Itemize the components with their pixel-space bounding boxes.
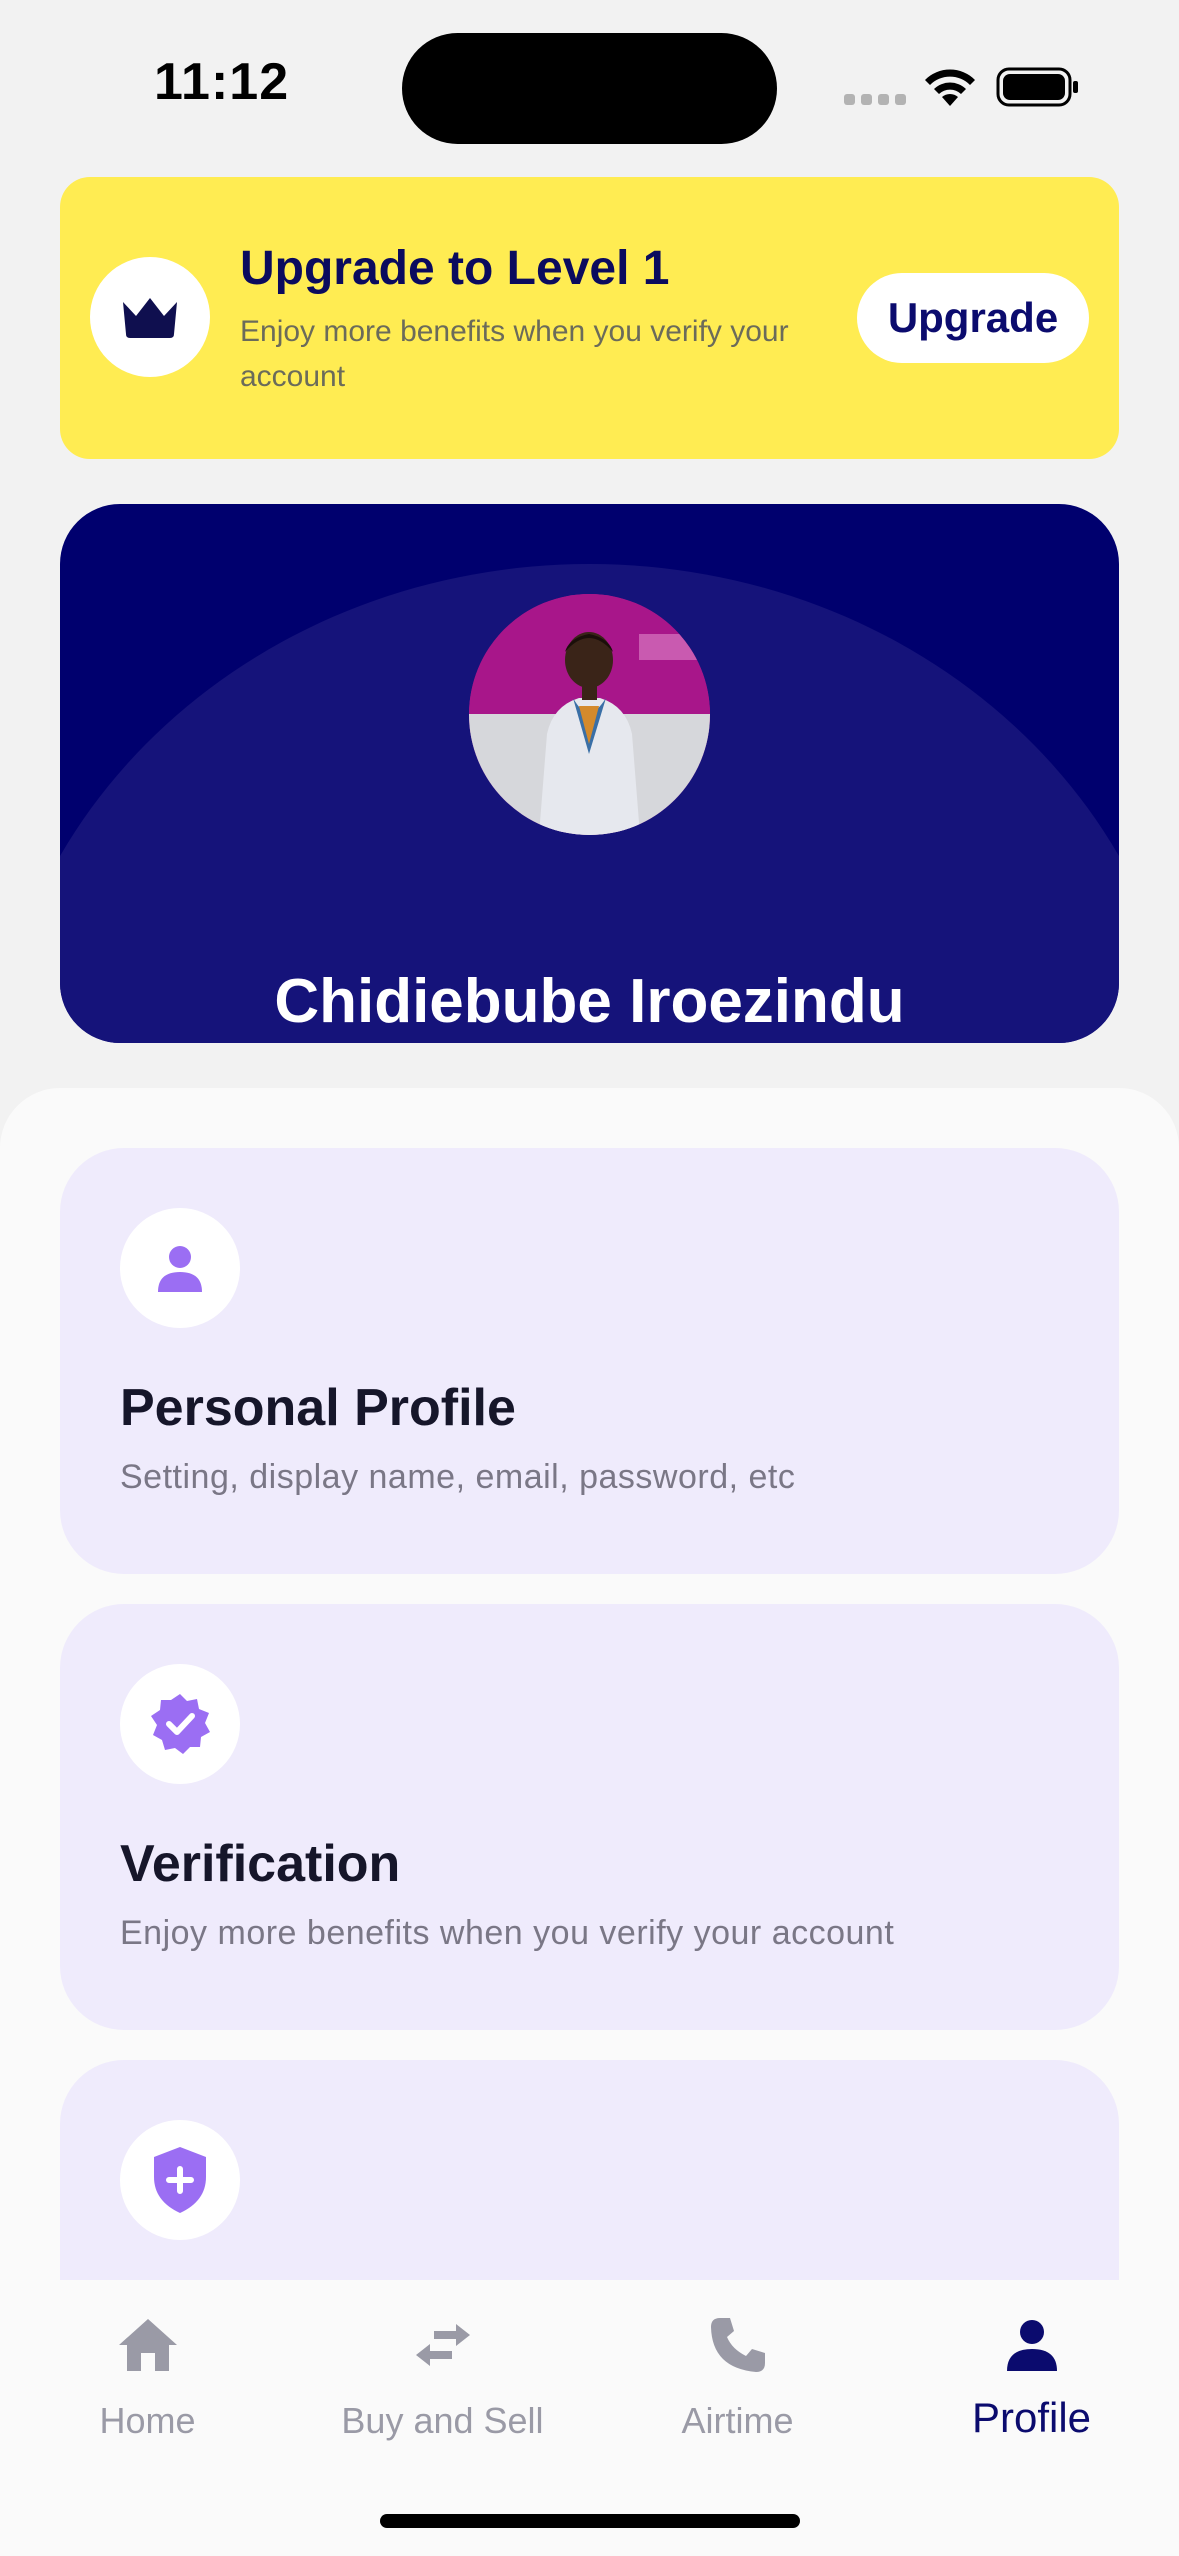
tab-label: Home <box>99 2400 196 2441</box>
menu-description: Setting, display name, email, password, … <box>120 1458 796 1496</box>
swap-arrows-icon <box>415 2324 470 2366</box>
home-indicator[interactable] <box>380 2514 800 2528</box>
shield-plus-icon <box>154 2147 206 2213</box>
verified-badge-icon <box>151 1694 210 1754</box>
tab-label: Profile <box>971 2394 1092 2441</box>
tab-airtime[interactable]: Airtime <box>590 2310 885 2450</box>
status-bar: 11:12 <box>0 0 1179 170</box>
avatar[interactable] <box>469 594 710 835</box>
status-time: 11:12 <box>154 53 290 111</box>
person-icon <box>158 1246 202 1292</box>
home-icon <box>118 2319 177 2371</box>
profile-name: Chidiebube Iroezindu <box>274 967 905 1036</box>
menu-icon-circle <box>120 1664 240 1784</box>
menu-card-personal-profile[interactable]: Personal Profile Setting, display name, … <box>60 1148 1119 1574</box>
menu-description: Enjoy more benefits when you verify your… <box>120 1914 895 1952</box>
menu-title: Personal Profile <box>120 1379 516 1437</box>
crown-icon <box>123 298 177 338</box>
signal-dots-icon <box>844 94 906 106</box>
tab-home[interactable]: Home <box>0 2310 295 2450</box>
tab-label: Airtime <box>681 2400 794 2441</box>
menu-card-verification[interactable]: Verification Enjoy more benefits when yo… <box>60 1604 1119 2030</box>
avatar-photo <box>469 594 710 835</box>
phone-icon <box>710 2318 765 2372</box>
upgrade-title: Upgrade to Level 1 <box>240 242 670 295</box>
menu-title: Verification <box>120 1835 401 1893</box>
crown-badge <box>90 257 210 377</box>
upgrade-banner[interactable]: Upgrade to Level 1 Enjoy more benefits w… <box>60 177 1119 459</box>
tab-profile[interactable]: Profile <box>884 2310 1179 2450</box>
tab-buy-and-sell[interactable]: Buy and Sell <box>295 2310 590 2450</box>
dynamic-island <box>402 33 777 144</box>
person-icon <box>1006 2320 1057 2371</box>
upgrade-button[interactable]: Upgrade <box>857 273 1089 363</box>
battery-icon <box>996 67 1078 107</box>
wifi-icon <box>925 69 975 106</box>
menu-icon-circle <box>120 1208 240 1328</box>
menu-icon-circle <box>120 2120 240 2240</box>
upgrade-subtitle: Enjoy more benefits when you verify your… <box>240 315 789 393</box>
profile-hero: Chidiebube Iroezindu <box>60 504 1119 1043</box>
tab-label: Buy and Sell <box>341 2400 544 2441</box>
